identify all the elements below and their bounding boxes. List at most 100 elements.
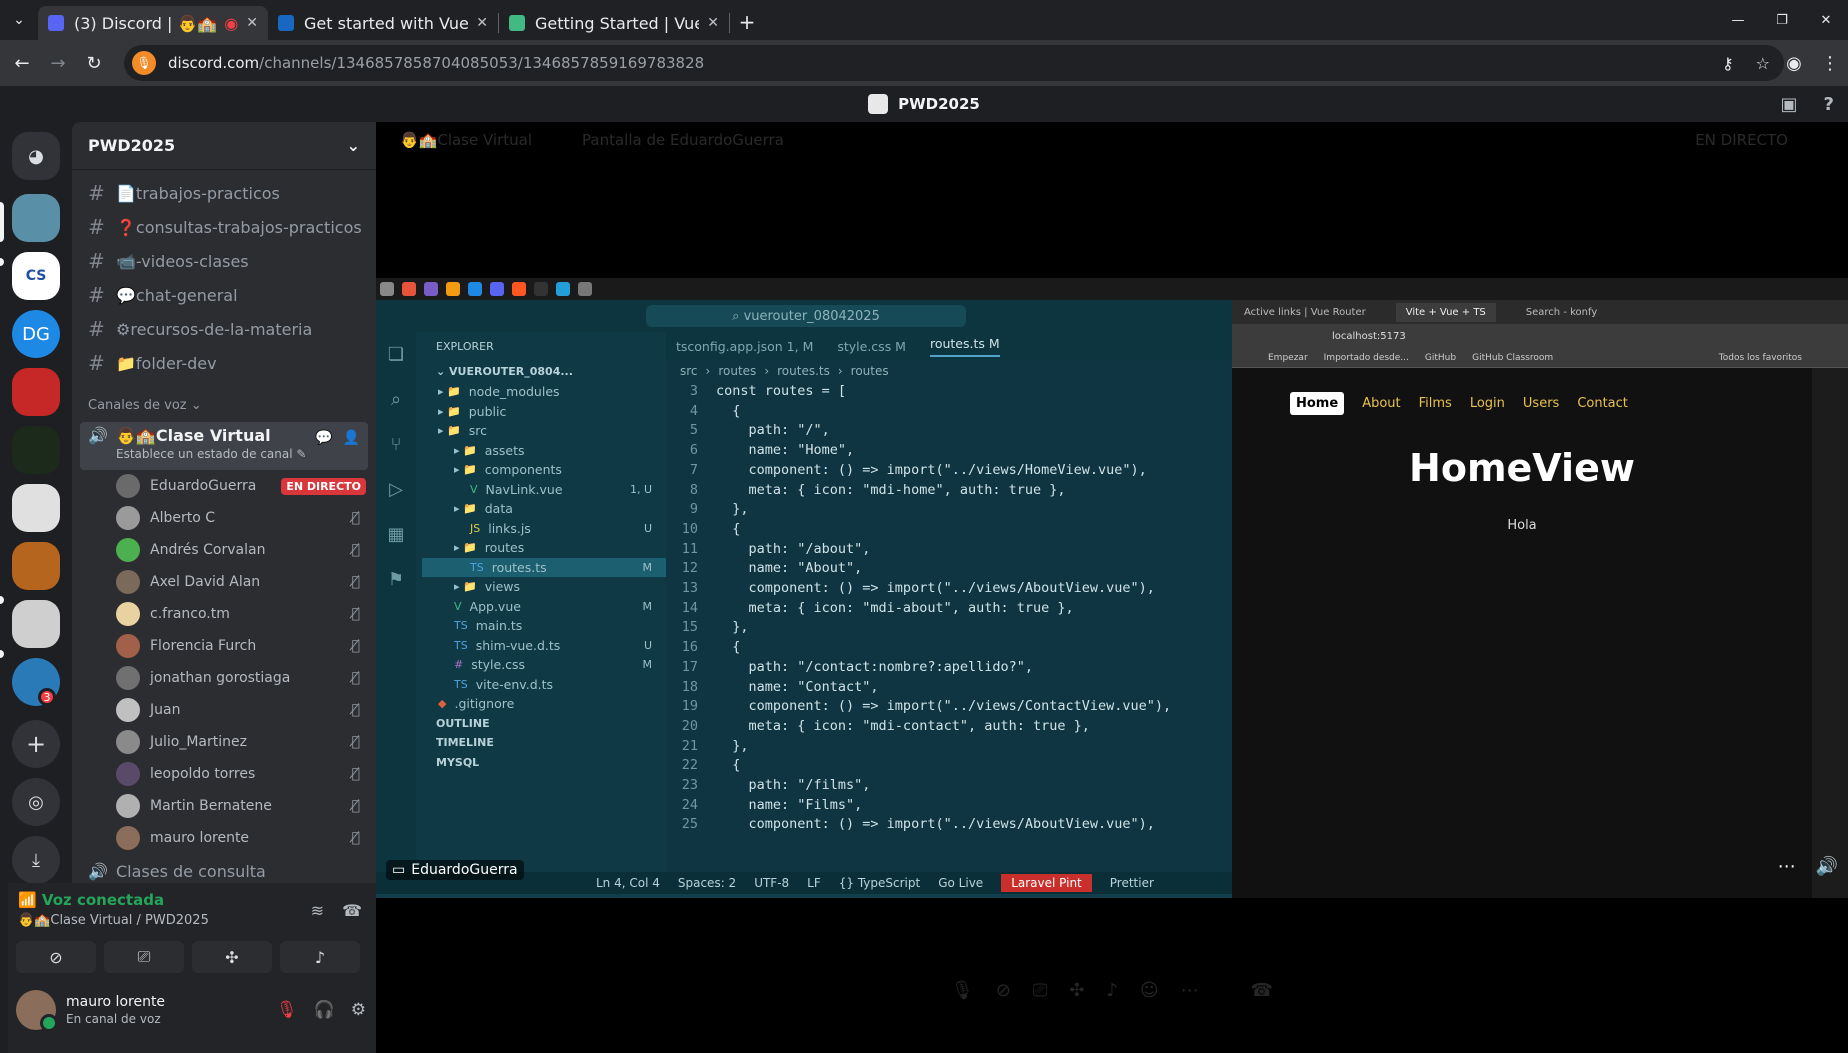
channel-trabajos-practicos[interactable]: # 📄trabajos-practicos <box>72 176 376 210</box>
file-tree-item[interactable]: TS routes.ts M <box>422 557 666 577</box>
server-icon-tools[interactable] <box>12 600 60 648</box>
back-icon[interactable]: ← <box>4 53 40 74</box>
status-item[interactable]: Prettier <box>1110 876 1154 890</box>
camera-off-button[interactable]: ⊘ <box>16 941 96 973</box>
editor-tab[interactable]: routes.ts M <box>929 336 1000 357</box>
file-tree-item[interactable]: ▸ 📁 src <box>422 421 666 441</box>
bookmark-icon[interactable]: ⚑ <box>388 569 404 590</box>
server-icon-red[interactable] <box>12 368 60 416</box>
close-tab-icon[interactable]: ✕ <box>476 15 488 31</box>
channel-folder-dev[interactable]: # 📁folder-dev <box>72 346 376 380</box>
bookmark-item[interactable]: GitHub Classroom <box>1472 353 1553 363</box>
file-tree-item[interactable]: # style.css M <box>422 655 666 675</box>
extensions-icon[interactable]: ▦ <box>387 524 404 545</box>
discord-home-icon[interactable]: ◕ <box>12 132 60 180</box>
channel-recursos[interactable]: # ⚙recursos-de-la-materia <box>72 312 376 346</box>
nav-link-users[interactable]: Users <box>1523 396 1559 411</box>
avatar[interactable] <box>16 990 58 1032</box>
voice-user[interactable]: Florencia Furch 🎙̸ <box>72 630 376 662</box>
share-icon[interactable]: ⎚ <box>1033 980 1047 1001</box>
channel-videos-clases[interactable]: # 📹-videos-clases <box>72 244 376 278</box>
invite-icon[interactable]: 👤 <box>343 430 360 446</box>
bookmark-item[interactable]: Importado desde... <box>1324 353 1409 363</box>
emoji-icon[interactable]: ☺ <box>1140 980 1159 1001</box>
site-mic-icon[interactable]: 🎙 <box>132 51 156 75</box>
inner-tab[interactable]: Active links | Vue Router <box>1244 307 1366 318</box>
file-tree-item[interactable]: ▸ 📁 routes <box>422 538 666 558</box>
file-tree-item[interactable]: ▸ 📁 node_modules <box>422 382 666 402</box>
voice-channel-status[interactable]: Establece un estado de canal <box>116 447 293 461</box>
server-icon-dg[interactable]: DG <box>12 310 60 358</box>
status-item[interactable]: {} TypeScript <box>839 876 920 890</box>
status-item[interactable]: Ln 4, Col 4 <box>596 876 660 890</box>
bookmark-item[interactable]: Empezar <box>1268 353 1308 363</box>
camera-icon[interactable]: ⊘ <box>996 980 1011 1001</box>
bookmark-item[interactable]: Todos los favoritos <box>1719 353 1802 363</box>
nav-link-login[interactable]: Login <box>1470 396 1505 411</box>
file-tree-item[interactable]: JS links.js U <box>422 519 666 539</box>
voice-user[interactable]: c.franco.tm 🎙̸ <box>72 598 376 630</box>
add-server-icon[interactable]: + <box>12 720 60 768</box>
menu-kebab-icon[interactable]: ⋮ <box>1812 53 1848 74</box>
close-tab-icon[interactable]: ✕ <box>246 15 258 31</box>
breadcrumb-item[interactable]: routes <box>718 364 756 378</box>
forward-icon[interactable]: → <box>40 53 76 74</box>
chat-bubble-icon[interactable]: 💬 <box>315 430 332 446</box>
voice-user[interactable]: Axel David Alan 🎙̸ <box>72 566 376 598</box>
discover-icon[interactable]: ◎ <box>12 778 60 826</box>
reload-icon[interactable]: ↻ <box>76 53 112 74</box>
inner-tab[interactable]: Vite + Vue + TS <box>1395 302 1496 322</box>
mic-icon[interactable]: 🎙 <box>951 980 974 1001</box>
voice-user[interactable]: EduardoGuerra EN DIRECTO <box>72 470 376 502</box>
voice-user[interactable]: Andrés Corvalan 🎙̸ <box>72 534 376 566</box>
file-tree-item[interactable]: TS main.ts <box>422 616 666 636</box>
close-tab-icon[interactable]: ✕ <box>707 15 719 31</box>
inbox-icon[interactable]: ▣ <box>1781 94 1798 115</box>
nav-link-contact[interactable]: Contact <box>1577 396 1628 411</box>
voice-user[interactable]: Juan 🎙̸ <box>72 694 376 726</box>
source-control-icon[interactable]: ⑂ <box>391 434 402 455</box>
file-tree-item[interactable]: ▸ 📁 components <box>422 460 666 480</box>
soundboard-button[interactable]: ♪ <box>280 941 360 973</box>
profile-icon[interactable]: ◉ <box>1776 53 1812 74</box>
download-icon[interactable]: ⤓ <box>12 836 60 884</box>
leave-call-icon[interactable]: ☎ <box>1251 980 1273 1001</box>
file-tree-item[interactable]: ◆ .gitignore <box>422 694 666 714</box>
file-tree-item[interactable]: TS shim-vue.d.ts U <box>422 636 666 656</box>
screen-share-button[interactable]: ⎚ <box>104 941 184 973</box>
key-icon[interactable]: ⚷ <box>1722 54 1734 73</box>
explorer-section[interactable]: OUTLINE <box>416 714 666 734</box>
file-tree-item[interactable]: ▸ 📁 data <box>422 499 666 519</box>
voice-user[interactable]: jonathan gorostiaga 🎙̸ <box>72 662 376 694</box>
status-item[interactable]: UTF-8 <box>754 876 789 890</box>
nav-link-films[interactable]: Films <box>1419 396 1452 411</box>
status-item[interactable]: Spaces: 2 <box>678 876 736 890</box>
headphones-icon[interactable]: 🎧 <box>314 1000 335 1020</box>
explorer-project[interactable]: ⌄ VUEROUTER_0804... <box>416 360 666 382</box>
help-icon[interactable]: ? <box>1824 94 1834 115</box>
server-icon-cloud[interactable] <box>12 484 60 532</box>
nav-link-home[interactable]: Home <box>1290 392 1345 415</box>
file-tree-item[interactable]: TS vite-env.d.ts <box>422 675 666 695</box>
file-tree-item[interactable]: ▸ 📁 assets <box>422 441 666 461</box>
activities-button[interactable]: ✣ <box>192 941 272 973</box>
explorer-section[interactable]: MYSQL <box>416 753 666 773</box>
browser-tab-discord[interactable]: (3) Discord | 👨🏫Cla ◉ ✕ <box>38 6 268 40</box>
volume-icon[interactable]: 🔊 <box>1816 856 1838 877</box>
voice-user[interactable]: leopoldo torres 🎙̸ <box>72 758 376 790</box>
inner-tab[interactable]: Search - konfy <box>1526 307 1597 318</box>
voice-user[interactable]: Alberto C 🎙̸ <box>72 502 376 534</box>
more-icon[interactable]: ⋯ <box>1181 980 1199 1001</box>
bookmark-item[interactable]: GitHub <box>1425 353 1456 363</box>
restore-icon[interactable]: ❐ <box>1760 13 1804 28</box>
voice-user[interactable]: Julio_Martinez 🎙̸ <box>72 726 376 758</box>
run-debug-icon[interactable]: ▷ <box>389 479 403 500</box>
status-item[interactable]: Go Live <box>938 876 983 890</box>
server-icon-cs[interactable]: CS <box>12 252 60 300</box>
close-window-icon[interactable]: ✕ <box>1804 13 1848 28</box>
server-icon-dinamica[interactable] <box>12 194 60 242</box>
soundboard-wave-icon[interactable]: ≋ <box>311 901 324 920</box>
explorer-section[interactable]: TIMELINE <box>416 733 666 753</box>
mic-muted-icon[interactable]: 🎙 <box>276 1000 298 1020</box>
more-options-icon[interactable]: ⋯ <box>1778 856 1796 877</box>
